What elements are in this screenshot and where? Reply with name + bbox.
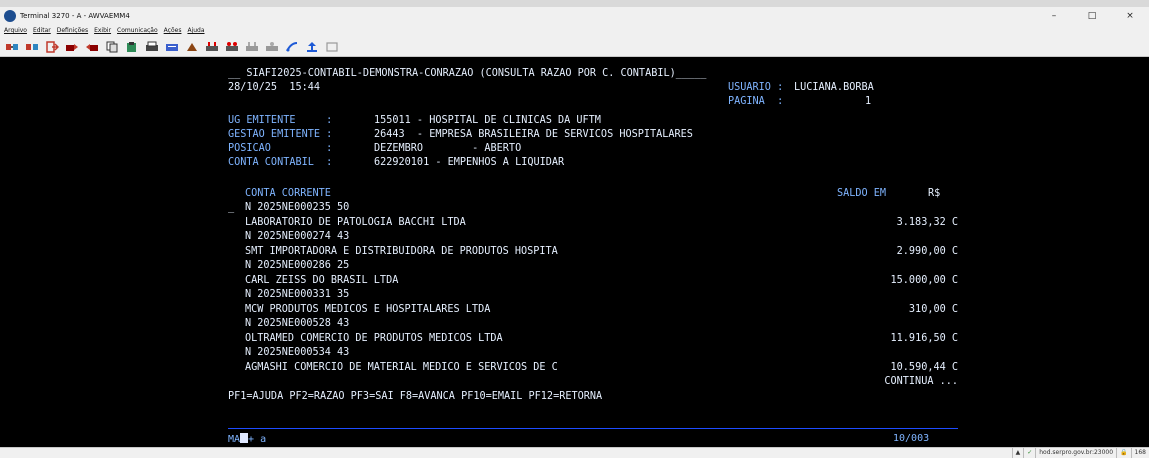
pagina-value: 1 bbox=[865, 96, 872, 107]
gestao-emitente-label: GESTAO EMITENTE : bbox=[228, 129, 333, 140]
print-screen-icon[interactable] bbox=[144, 40, 160, 54]
screen-header: __ SIAFI2025-CONTABIL-DEMONSTRA-CONRAZAO… bbox=[228, 68, 707, 79]
menu-exibir[interactable]: Exibir bbox=[94, 25, 111, 37]
stop-icon[interactable] bbox=[244, 40, 260, 54]
usuario-value: LUCIANA.BORBA bbox=[794, 82, 874, 93]
record-icon[interactable] bbox=[264, 40, 280, 54]
menu-definicoes[interactable]: Definições bbox=[57, 25, 88, 37]
window-controls: – □ × bbox=[1035, 7, 1149, 25]
entry-code: N 2025NE000286 25 bbox=[245, 260, 350, 271]
entry-name: CARL ZEISS DO BRASIL LTDA bbox=[245, 275, 399, 286]
entry-code: N 2025NE000274 43 bbox=[245, 231, 350, 242]
status-divider bbox=[228, 428, 958, 429]
entry-saldo: 10.590,44 C bbox=[890, 362, 958, 373]
status-indicator: + a bbox=[248, 434, 267, 445]
ug-emitente-value: 155011 - HOSPITAL DE CLINICAS DA UFTM bbox=[374, 115, 601, 126]
keyboard-icon[interactable] bbox=[164, 40, 180, 54]
entry-saldo: 2.990,00 C bbox=[896, 246, 958, 257]
entry-code: N 2025NE000331 35 bbox=[245, 289, 350, 300]
entry-saldo: 3.183,32 C bbox=[896, 217, 958, 228]
menu-acoes[interactable]: Ações bbox=[164, 25, 182, 37]
conta-contabil-label: CONTA CONTABIL : bbox=[228, 157, 333, 168]
entry-name: SMT IMPORTADORA E DISTRIBUIDORA DE PRODU… bbox=[245, 246, 558, 257]
entry-saldo: 15.000,00 C bbox=[890, 275, 958, 286]
entry-name: LABORATORIO DE PATOLOGIA BACCHI LTDA bbox=[245, 217, 466, 228]
macro-icon[interactable] bbox=[184, 40, 200, 54]
usuario-label: USUARIO : bbox=[728, 82, 784, 93]
menu-bar: Arquivo Editar Definições Exibir Comunic… bbox=[0, 25, 1149, 37]
transfer-icon[interactable] bbox=[204, 40, 220, 54]
continua-indicator: CONTINUA ... bbox=[884, 376, 958, 387]
send-icon[interactable] bbox=[64, 40, 80, 54]
status-left: MA + a bbox=[228, 433, 266, 445]
cursor-position: 10/003 bbox=[893, 433, 930, 444]
link-icon[interactable] bbox=[284, 40, 300, 54]
pf-keys-line: PF1=AJUDA PF2=RAZAO PF3=SAI F8=AVANCA PF… bbox=[228, 391, 603, 402]
menu-comunicacao[interactable]: Comunicação bbox=[117, 25, 158, 37]
col-conta-corrente: CONTA CORRENTE bbox=[245, 188, 331, 199]
conta-contabil-value: 622920101 - EMPENHOS A LIQUIDAR bbox=[374, 157, 565, 168]
upload-icon[interactable] bbox=[304, 40, 320, 54]
exit-icon[interactable] bbox=[44, 40, 60, 54]
display-icon[interactable] bbox=[324, 40, 340, 54]
receive-icon[interactable] bbox=[84, 40, 100, 54]
maximize-button[interactable]: □ bbox=[1073, 7, 1111, 25]
col-saldo-em: SALDO EM bbox=[837, 188, 887, 199]
run-icon[interactable] bbox=[224, 40, 240, 54]
gestao-emitente-value: 26443 - EMPRESA BRASILEIRA DE SERVICOS H… bbox=[374, 129, 693, 140]
top-strip bbox=[0, 0, 1149, 7]
menu-arquivo[interactable]: Arquivo bbox=[4, 25, 27, 37]
terminal-content: __ SIAFI2025-CONTABIL-DEMONSTRA-CONRAZAO… bbox=[228, 57, 978, 447]
application-chrome: Terminal 3270 - A - AWVAEMM4 – □ × Arqui… bbox=[0, 0, 1149, 57]
entry-name: MCW PRODUTOS MEDICOS E HOSPITALARES LTDA bbox=[245, 304, 491, 315]
minimize-button[interactable]: – bbox=[1035, 7, 1073, 25]
ug-emitente-label: UG EMITENTE : bbox=[228, 115, 333, 126]
terminal-screen[interactable]: __ SIAFI2025-CONTABIL-DEMONSTRA-CONRAZAO… bbox=[0, 57, 1149, 447]
status-mode: MA bbox=[228, 434, 241, 445]
entry-code: N 2025NE000235 50 bbox=[245, 202, 350, 213]
posicao-label: POSICAO : bbox=[228, 143, 333, 154]
entry-code: N 2025NE000534 43 bbox=[245, 347, 350, 358]
disconnect-icon[interactable] bbox=[24, 40, 40, 54]
datetime: 28/10/25 15:44 bbox=[228, 82, 321, 93]
operator-status-area: MA + a 10/003 bbox=[0, 428, 1149, 447]
close-button[interactable]: × bbox=[1111, 7, 1149, 25]
entry-code: N 2025NE000528 43 bbox=[245, 318, 350, 329]
menu-editar[interactable]: Editar bbox=[33, 25, 51, 37]
entry-name: OLTRAMED COMERCIO DE PRODUTOS MEDICOS LT… bbox=[245, 333, 503, 344]
connect-icon[interactable] bbox=[4, 40, 20, 54]
posicao-value: DEZEMBRO - ABERTO bbox=[374, 143, 522, 154]
window-title: Terminal 3270 - A - AWVAEMM4 bbox=[20, 12, 130, 20]
entry-saldo: 11.916,50 C bbox=[890, 333, 958, 344]
col-moeda: R$ bbox=[928, 188, 941, 199]
toolbar bbox=[0, 37, 1149, 56]
entry-name: AGMASHI COMERCIO DE MATERIAL MEDICO E SE… bbox=[245, 362, 558, 373]
paste-icon[interactable] bbox=[124, 40, 140, 54]
entry-saldo: 310,00 C bbox=[908, 304, 958, 315]
pagina-label: PAGINA : bbox=[728, 96, 784, 107]
copy-icon[interactable] bbox=[104, 40, 120, 54]
title-bar: Terminal 3270 - A - AWVAEMM4 – □ × bbox=[0, 7, 1149, 25]
menu-ajuda[interactable]: Ajuda bbox=[187, 25, 204, 37]
cursor-block bbox=[240, 433, 249, 443]
bottom-status-bar: ▲ ✓ hod.serpro.gov.br:23000 🔒 168 bbox=[0, 447, 1149, 458]
cursor-marker: _ bbox=[228, 202, 235, 213]
terminal-app-icon bbox=[4, 10, 16, 22]
